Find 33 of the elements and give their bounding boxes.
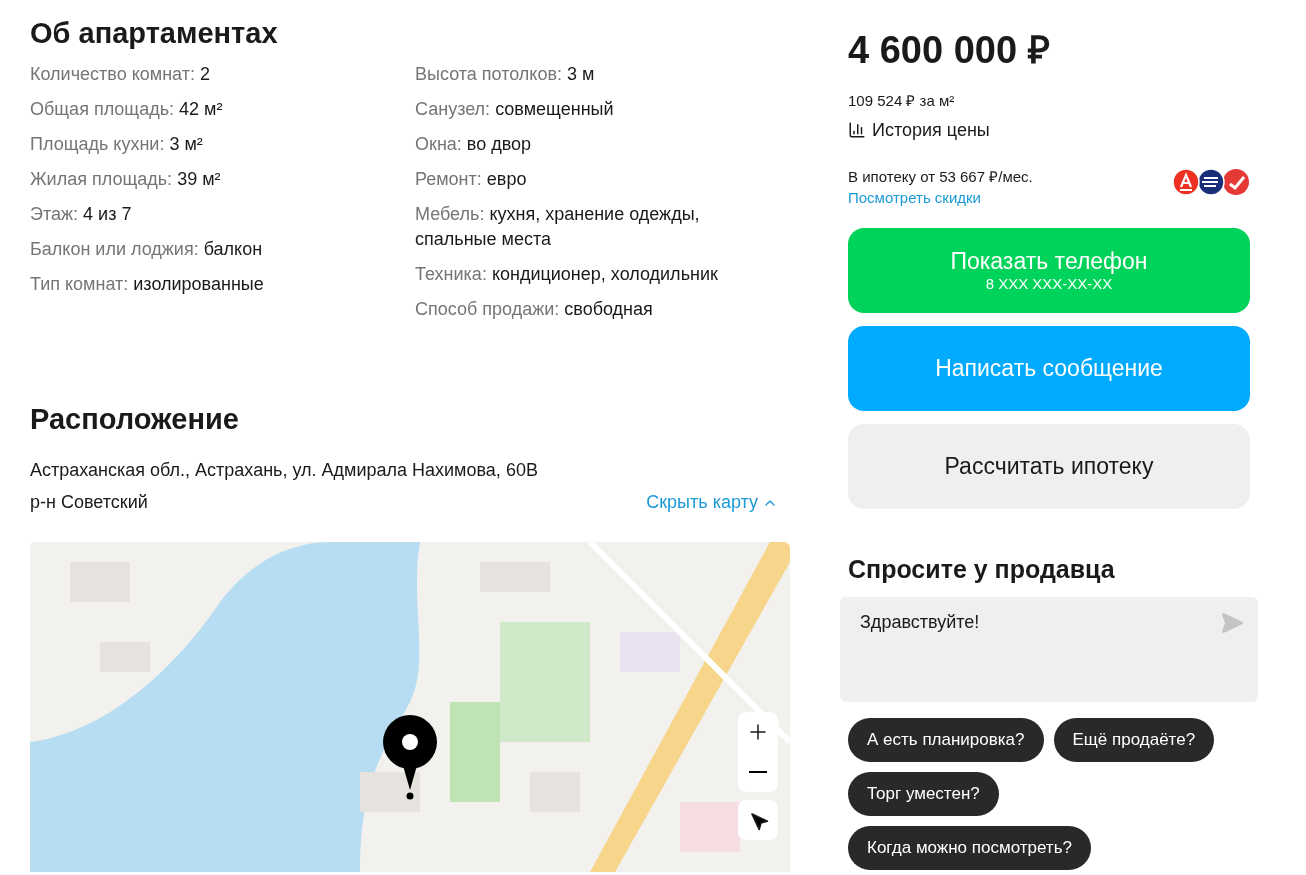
bar-chart-icon: [848, 121, 866, 139]
message-field[interactable]: Здравствуйте!: [840, 596, 1258, 702]
question-chip[interactable]: Когда можно посмотреть?: [848, 825, 1091, 870]
section-title: Расположение: [30, 402, 240, 437]
mortgage-calc-button[interactable]: Рассчитать ипотеку: [848, 423, 1250, 509]
question-chip[interactable]: А есть планировка?: [848, 717, 1044, 762]
mortgage-text: В ипотеку от 53 667 ₽/мес.: [848, 166, 1033, 187]
feature-text: Мебель: кухня, хранение одежды, спальные места: [415, 203, 701, 251]
price-text: 4 600 000 ₽: [848, 28, 1051, 72]
feature-text: Окна: во двор: [415, 133, 533, 156]
district-text: р-н Советский: [30, 491, 149, 514]
map-pin-icon[interactable]: [382, 714, 438, 800]
feature-text: Техника: кондиционер, холодильник: [415, 263, 719, 286]
feature-text: Балкон или лоджия: балкон: [30, 238, 264, 261]
feature-text: Этаж: 4 из 7: [30, 203, 133, 226]
feature-text: Количество комнат: 2: [30, 63, 211, 86]
feature-text: Тип комнат: изолированные: [30, 273, 265, 296]
question-chip[interactable]: Торг уместен?: [848, 771, 999, 816]
feature-text: Общая площадь: 42 м²: [30, 98, 224, 121]
price-per-meter-text: 109 524 ₽ за м²: [848, 91, 956, 111]
feature-text: Высота потолков: 3 м: [415, 63, 596, 86]
locate-button[interactable]: [738, 800, 778, 840]
price-history-link[interactable]: История цены: [848, 116, 990, 144]
question-chip[interactable]: Ещё продаёте?: [1053, 717, 1215, 762]
section-title: Об апартаментах: [30, 16, 279, 51]
feature-text: Ремонт: евро: [415, 168, 528, 191]
feature-text: Жилая площадь: 39 м²: [30, 168, 222, 191]
feature-text: Способ продажи: свободная: [415, 298, 654, 321]
feature-text: Санузел: совмещенный: [415, 98, 615, 121]
address-text: Астраханская обл., Астрахань, ул. Адмирала Нахимова, 60В: [30, 459, 538, 482]
minus-icon: [749, 771, 767, 773]
section-title: Спросите у продавца: [848, 553, 1116, 585]
feature-text: Площадь кухни: 3 м²: [30, 133, 204, 156]
